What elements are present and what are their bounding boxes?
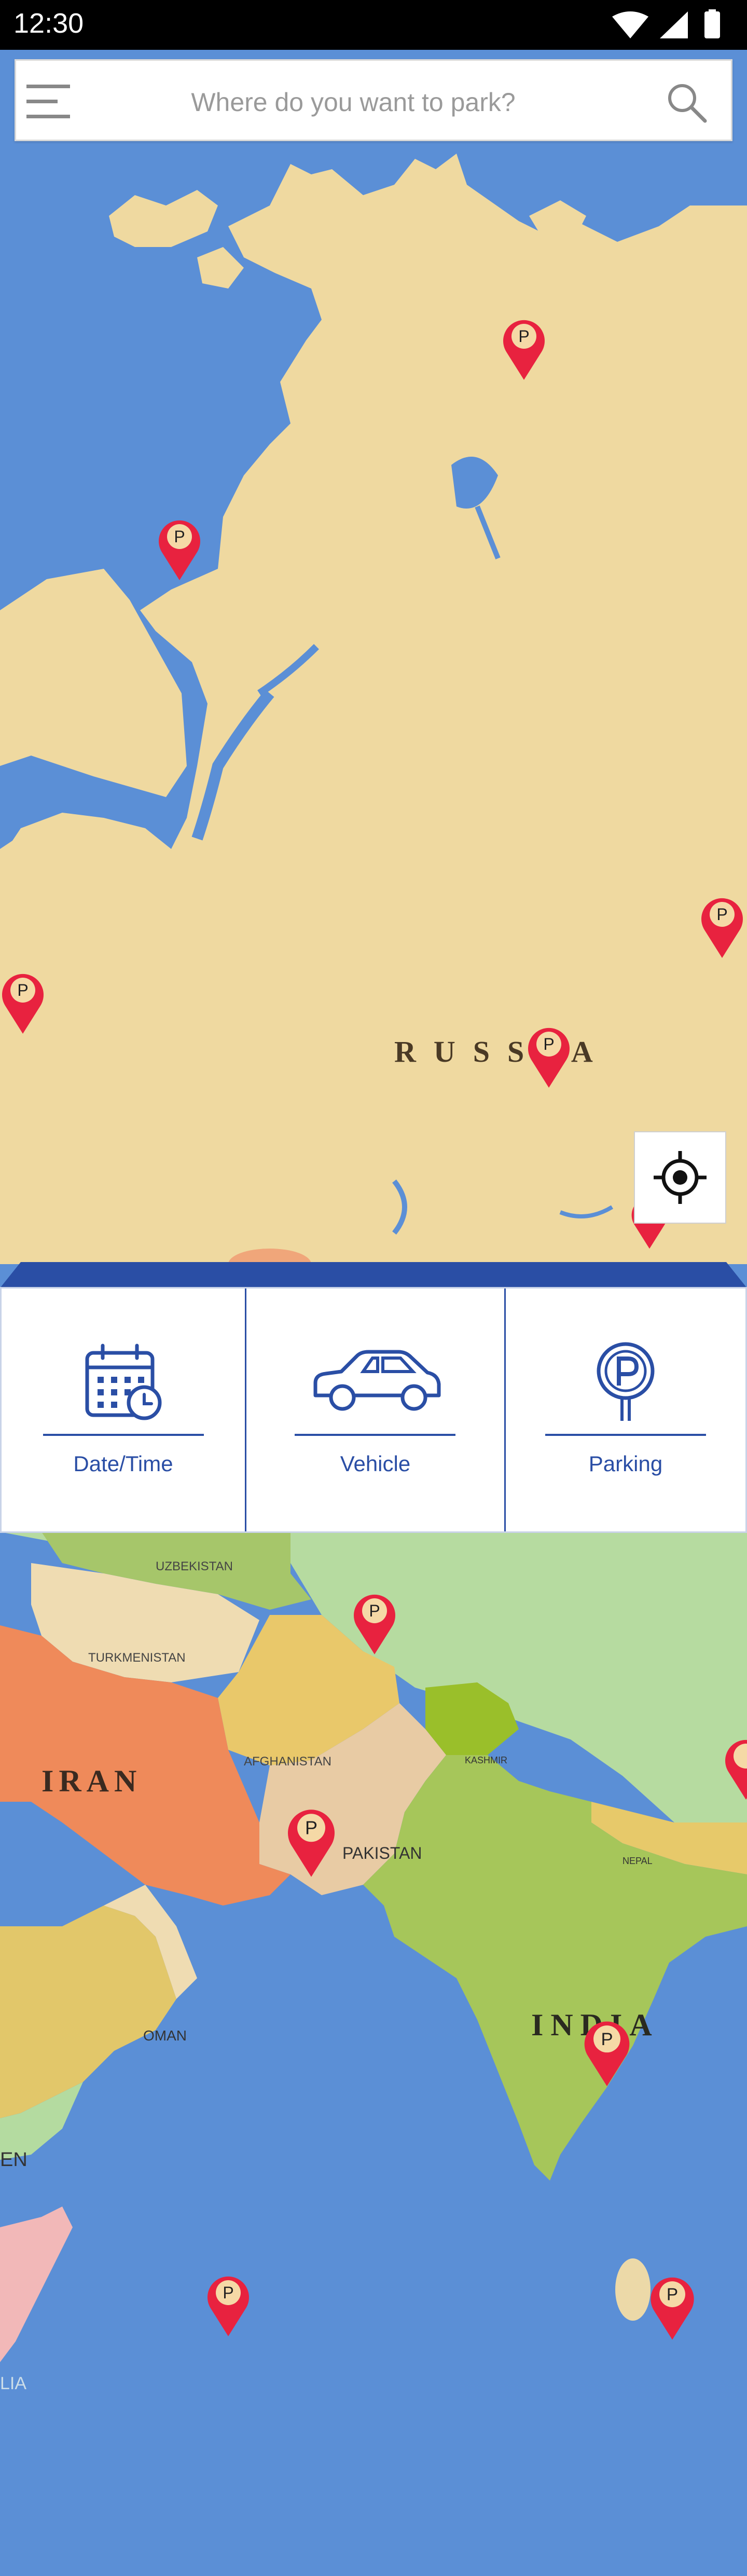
label-kashmir: KASHMIR <box>465 1755 507 1765</box>
status-time: 12:30 <box>13 8 84 39</box>
label-somalia: LIA <box>0 2374 26 2393</box>
search-input[interactable] <box>94 81 613 123</box>
svg-text:P: P <box>601 2030 613 2049</box>
parking-pin[interactable]: P <box>646 2271 698 2341</box>
tile-underline <box>295 1434 456 1436</box>
label-turkmenistan: TURKMENISTAN <box>88 1651 186 1665</box>
label-pakistan: PAKISTAN <box>342 1844 422 1862</box>
my-location-button[interactable] <box>634 1131 726 1224</box>
car-icon <box>305 1342 445 1420</box>
wifi-icon <box>612 11 648 38</box>
parking-pin[interactable]: P <box>499 314 549 381</box>
date-time-tile[interactable]: Date/Time <box>2 1289 247 1531</box>
parking-tile[interactable]: Parking <box>506 1289 745 1531</box>
vehicle-tile[interactable]: Vehicle <box>246 1289 506 1531</box>
parking-pin[interactable]: P <box>283 1803 339 1879</box>
parking-label: Parking <box>588 1451 663 1476</box>
svg-text:P: P <box>716 905 727 924</box>
vehicle-label: Vehicle <box>340 1451 411 1476</box>
label-iran: IRAN <box>42 1764 142 1798</box>
tile-underline <box>43 1434 204 1436</box>
parking-pin[interactable]: P <box>155 515 204 581</box>
label-nepal: NEPAL <box>622 1856 653 1866</box>
parking-pin[interactable]: P <box>697 893 747 959</box>
battery-icon <box>704 11 720 38</box>
parking-pin[interactable] <box>721 1734 747 1801</box>
search-bar <box>15 59 732 141</box>
svg-text:P: P <box>543 1035 554 1053</box>
parking-pin[interactable]: P <box>203 2271 253 2337</box>
svg-text:P: P <box>17 981 28 999</box>
label-yemen: EN <box>0 2149 27 2171</box>
map-view-top[interactable]: RUSSIA <box>0 50 747 1264</box>
search-icon[interactable] <box>666 81 707 123</box>
svg-text:P: P <box>174 527 185 546</box>
map-canvas-bottom[interactable]: UZBEKISTAN TURKMENISTAN IRAN AFGHANISTAN… <box>0 1532 747 2576</box>
svg-text:P: P <box>305 1817 317 1839</box>
parking-pin[interactable]: P <box>350 1589 399 1655</box>
parking-pin[interactable]: P <box>0 968 48 1035</box>
label-uzbekistan: UZBEKISTAN <box>156 1559 233 1573</box>
svg-text:P: P <box>667 2285 678 2305</box>
parking-sign-icon <box>592 1342 659 1421</box>
signal-icon <box>660 11 688 38</box>
svg-text:P: P <box>518 327 529 346</box>
menu-icon[interactable] <box>26 85 70 119</box>
svg-text:P: P <box>369 1601 380 1620</box>
booking-options-panel: Date/Time Vehicle Parking <box>0 1287 747 1533</box>
label-afghanistan: AFGHANISTAN <box>244 1755 331 1769</box>
svg-text:P: P <box>223 2283 233 2302</box>
crosshair-icon <box>654 1151 707 1204</box>
status-icons <box>612 9 720 38</box>
parking-pin[interactable]: P <box>580 2015 634 2088</box>
date-time-label: Date/Time <box>73 1451 173 1476</box>
map-canvas-top[interactable]: RUSSIA <box>0 50 747 1264</box>
calendar-clock-icon <box>82 1342 165 1420</box>
map-view-bottom[interactable]: UZBEKISTAN TURKMENISTAN IRAN AFGHANISTAN… <box>0 1532 747 2576</box>
tile-underline <box>545 1434 706 1436</box>
status-bar: 12:30 <box>0 0 747 50</box>
label-russia: RUSSIA <box>394 1035 611 1068</box>
panel-drag-handle[interactable] <box>0 1262 747 1288</box>
parking-pin[interactable]: P <box>524 1022 574 1089</box>
label-oman: OMAN <box>143 2027 187 2044</box>
